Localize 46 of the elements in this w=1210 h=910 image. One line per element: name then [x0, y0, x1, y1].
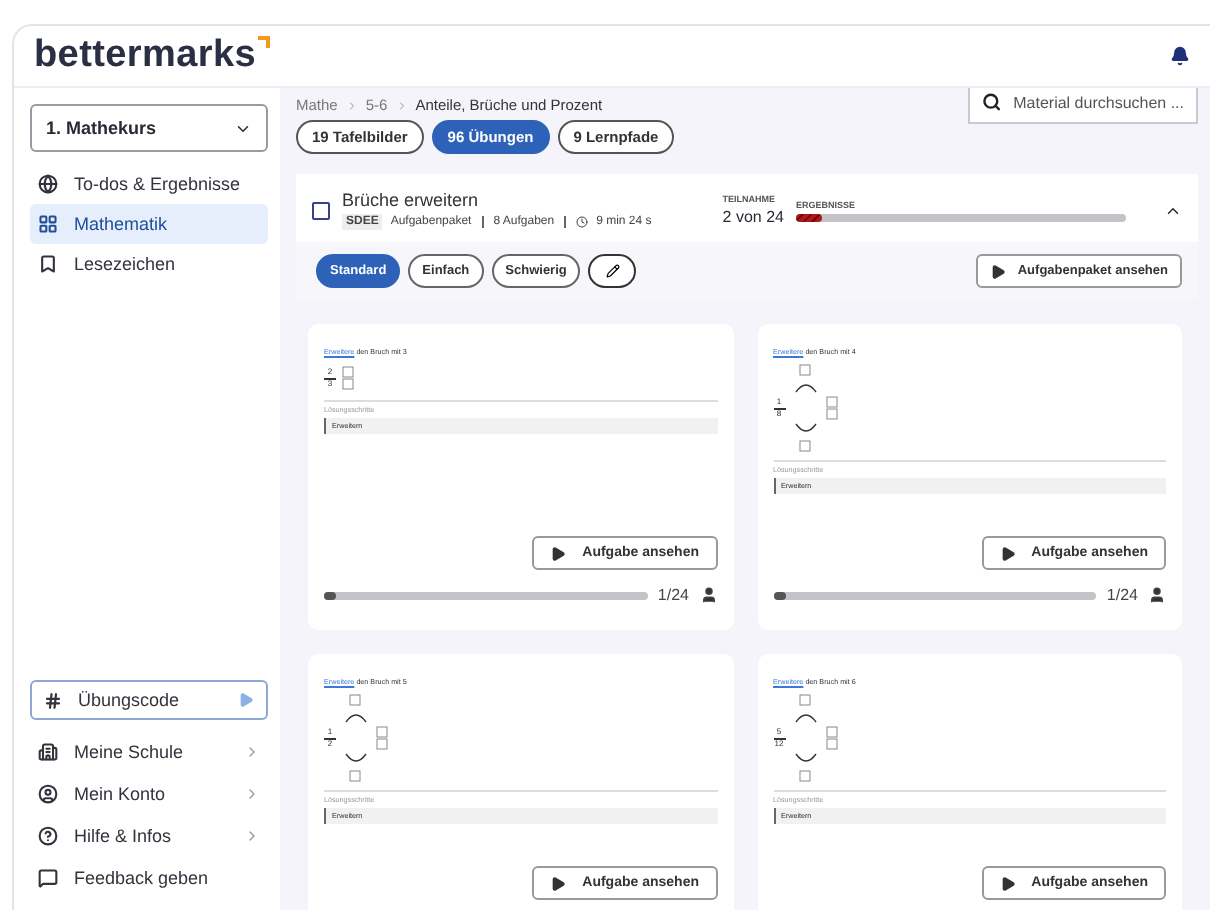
bookmark-icon: [38, 254, 58, 274]
course-select[interactable]: 1. Mathekurs: [30, 104, 268, 152]
nav-item[interactable]: Lesezeichen: [30, 244, 268, 284]
user-icon: [1148, 586, 1166, 604]
nav-item[interactable]: Mathematik: [30, 204, 268, 244]
expand-arrows-drawing: [791, 364, 819, 452]
answer-boxes-drawing: [376, 726, 388, 750]
footer-menu-item[interactable]: Meine Schule: [30, 730, 268, 772]
answer-boxes-drawing: [825, 726, 837, 750]
play-icon: [238, 692, 254, 708]
participation-value: 2 von 24: [722, 208, 784, 226]
notifications-bell-icon[interactable]: [1170, 46, 1190, 66]
help-icon: [38, 825, 58, 845]
play-icon: [999, 875, 1016, 891]
globe-icon: [38, 174, 58, 194]
answer-boxes-drawing: [825, 396, 837, 420]
user-circle-icon: [38, 783, 58, 803]
edit-button[interactable]: [588, 254, 637, 288]
play-icon: [999, 545, 1016, 561]
breadcrumb-separator-icon: [345, 99, 358, 111]
expand-arrows-drawing: [791, 694, 819, 782]
footer-menu-item[interactable]: Feedback geben: [30, 856, 268, 898]
breadcrumb-separator-icon: [395, 99, 408, 111]
checkbox[interactable]: [312, 201, 330, 219]
play-icon: [550, 875, 567, 891]
logo: bettermarks: [34, 34, 270, 78]
user-icon: [699, 586, 717, 604]
pencil-icon: [605, 264, 620, 278]
expand-arrows-drawing: [342, 694, 370, 782]
nav-item[interactable]: To-dos & Ergebnisse: [30, 164, 268, 204]
footer-menu-item[interactable]: Hilfe & Infos: [30, 814, 268, 856]
play-icon: [989, 263, 1006, 279]
hash-icon: [44, 691, 62, 709]
package-title: Brüche erweitern: [342, 190, 481, 210]
grid-icon: [38, 214, 58, 234]
progress-reading: 1/24: [1106, 586, 1138, 604]
search-field[interactable]: Material durchsuchen ...: [968, 88, 1198, 124]
answer-boxes-drawing: [342, 366, 354, 390]
clock-icon: [576, 216, 589, 228]
play-icon: [550, 545, 567, 561]
footer-menu-item[interactable]: Mein Konto: [30, 772, 268, 814]
search-icon: [982, 92, 1002, 112]
building-icon: [38, 741, 58, 761]
progress-reading: 1/24: [657, 586, 689, 604]
exercise-code-field[interactable]: Übungscode: [30, 680, 268, 720]
chat-bubble-icon: [38, 867, 58, 887]
